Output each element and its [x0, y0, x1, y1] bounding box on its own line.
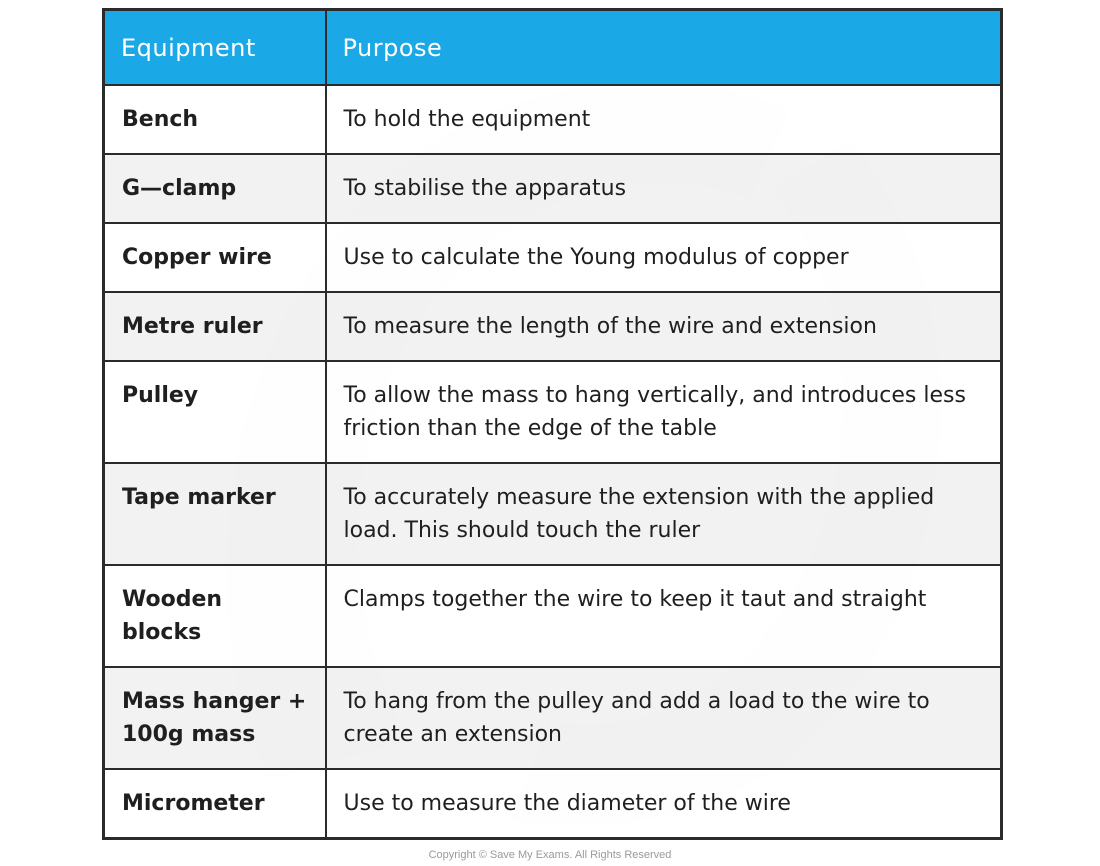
copyright-notice: Copyright © Save My Exams. All Rights Re…: [428, 849, 672, 861]
equipment-cell: Tape marker: [102, 462, 327, 566]
table-row: Copper wire Use to calculate the Young m…: [102, 222, 1003, 293]
equipment-table: Equipment Purpose Bench To hold the equi…: [102, 8, 1003, 840]
header-purpose: Purpose: [324, 8, 1003, 86]
equipment-cell: Metre ruler: [102, 291, 327, 362]
header-equipment: Equipment: [102, 8, 327, 86]
purpose-cell: Clamps together the wire to keep it taut…: [324, 564, 1003, 668]
purpose-cell: To hang from the pulley and add a load t…: [324, 666, 1003, 770]
equipment-cell: Copper wire: [102, 222, 327, 293]
equipment-cell: G—clamp: [102, 153, 327, 224]
equipment-cell: Bench: [102, 84, 327, 155]
purpose-cell: To stabilise the apparatus: [324, 153, 1003, 224]
table-row: Mass hanger + 100g mass To hang from the…: [102, 666, 1003, 770]
equipment-cell: Wooden blocks: [102, 564, 327, 668]
purpose-cell: To hold the equipment: [324, 84, 1003, 155]
table-row: Metre ruler To measure the length of the…: [102, 291, 1003, 362]
table-row: Tape marker To accurately measure the ex…: [102, 462, 1003, 566]
purpose-cell: To accurately measure the extension with…: [324, 462, 1003, 566]
table-row: G—clamp To stabilise the apparatus: [102, 153, 1003, 224]
table-header-row: Equipment Purpose: [102, 8, 1003, 86]
equipment-cell: Mass hanger + 100g mass: [102, 666, 327, 770]
table-row: Bench To hold the equipment: [102, 84, 1003, 155]
equipment-cell: Pulley: [102, 360, 327, 464]
table-row: Pulley To allow the mass to hang vertica…: [102, 360, 1003, 464]
purpose-cell: Use to calculate the Young modulus of co…: [324, 222, 1003, 293]
purpose-cell: To measure the length of the wire and ex…: [324, 291, 1003, 362]
purpose-cell: Use to measure the diameter of the wire: [324, 768, 1003, 840]
table-row: Micrometer Use to measure the diameter o…: [102, 768, 1003, 840]
equipment-cell: Micrometer: [102, 768, 327, 840]
purpose-cell: To allow the mass to hang vertically, an…: [324, 360, 1003, 464]
table-row: Wooden blocks Clamps together the wire t…: [102, 564, 1003, 668]
